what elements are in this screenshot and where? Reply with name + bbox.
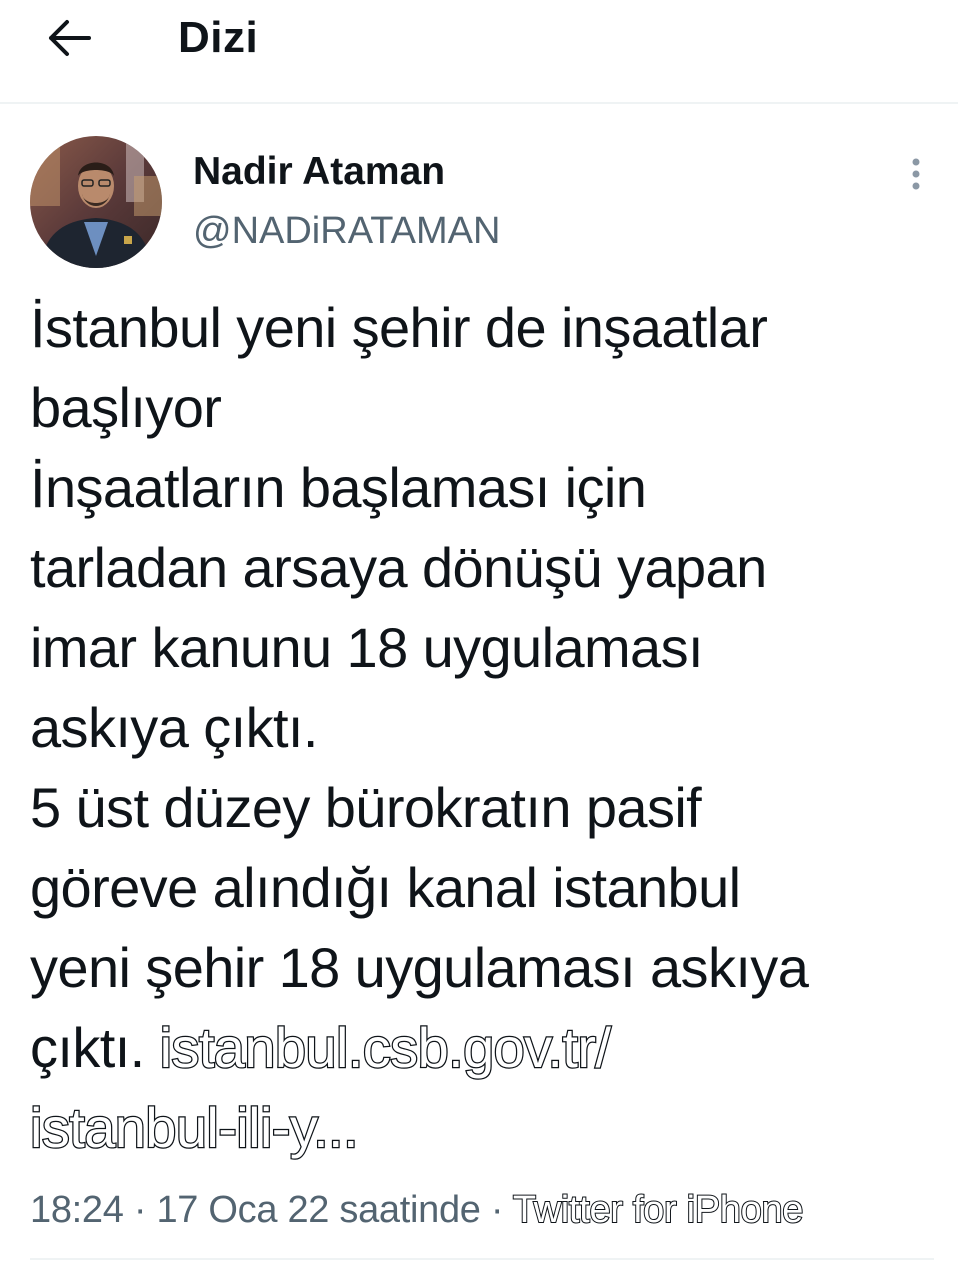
vertical-ellipsis-icon [912, 158, 920, 190]
more-options-button[interactable] [896, 152, 936, 196]
avatar[interactable] [30, 136, 162, 268]
tweet-text-line: 5 üst düzey bürokratın pasif [30, 776, 702, 839]
meta-separator: · [480, 1189, 513, 1231]
tweet-date[interactable]: 17 Oca 22 saatinde [156, 1189, 480, 1231]
tweet-link[interactable]: istanbul.csb.gov.tr/ [158, 1015, 612, 1081]
divider [30, 1258, 934, 1260]
tweet-text: İstanbul yeni şehir de inşaatlar başlıyo… [29, 288, 930, 1168]
tweet-link-continuation: istanbul-ili-y... [29, 1088, 930, 1168]
tweet-text-line: İnşaatların başlaması için [30, 456, 647, 519]
tweet-text-line-with-link: çıktı. istanbul.csb.gov.tr/ [30, 1008, 930, 1088]
meta-separator: · [123, 1189, 157, 1231]
tweet-text-line: İstanbul yeni şehir de inşaatlar [30, 296, 768, 359]
tweet-time[interactable]: 18:24 [30, 1189, 124, 1231]
tweet-text-line: imar kanunu 18 uygulaması [30, 616, 704, 679]
top-bar: Dizi [0, 0, 958, 104]
tweet-text-line: başlıyor [30, 376, 222, 439]
author-name[interactable]: Nadir Ataman [193, 148, 445, 196]
tweet-text-line: göreve alındığı kanal istanbul [30, 856, 741, 919]
back-button[interactable] [38, 8, 102, 68]
tweet-meta: 18:24 · 17 Oca 22 saatinde · Twitter for… [30, 1184, 805, 1236]
tweet-text-line: tarladan arsaya dönüşü yapan [30, 536, 767, 599]
tweet-text-line: askıya çıktı. [30, 696, 318, 759]
author-handle[interactable]: @NADiRATAMAN [193, 206, 500, 256]
tweet-text-fragment: çıktı. [30, 1016, 160, 1079]
tweet-source-link[interactable]: Twitter for iPhone [512, 1188, 805, 1232]
tweet-text-line: yeni şehir 18 uygulaması askıya [30, 936, 809, 999]
page-title: Dizi [178, 13, 259, 62]
arrow-left-icon [49, 20, 91, 56]
profile-photo [30, 136, 162, 268]
tweet-link[interactable]: istanbul-ili-y... [29, 1095, 360, 1161]
